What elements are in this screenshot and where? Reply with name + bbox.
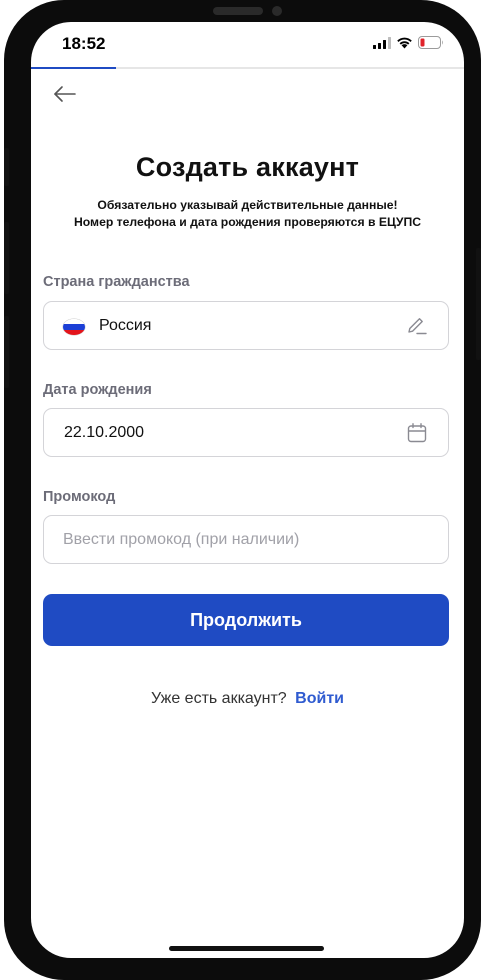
promo-label: Промокод xyxy=(43,489,116,505)
home-indicator[interactable] xyxy=(169,946,324,951)
back-button[interactable] xyxy=(51,80,79,108)
power-button xyxy=(476,248,481,360)
volume-up-button xyxy=(4,222,9,294)
status-time: 18:52 xyxy=(62,34,106,53)
subtitle-line-2: Номер телефона и дата рождения проверяют… xyxy=(73,215,422,229)
page-subtitle: Обязательно указывай действительные данн… xyxy=(31,197,464,231)
wifi-icon xyxy=(396,36,413,54)
have-account-text: Уже есть аккаунт? xyxy=(150,690,287,707)
volume-down-button xyxy=(4,316,9,388)
promo-placeholder: Ввести промокод (при наличии) xyxy=(63,531,300,548)
mute-switch xyxy=(4,148,9,186)
country-field[interactable]: Россия xyxy=(43,301,449,350)
promo-field[interactable]: Ввести промокод (при наличии) xyxy=(43,515,449,564)
cellular-signal-icon xyxy=(373,36,391,54)
login-prompt: Уже есть аккаунт? Войти xyxy=(31,690,464,708)
pencil-edit-icon[interactable] xyxy=(406,315,428,337)
battery-low-icon xyxy=(418,36,444,54)
phone-frame: 18:52 Создать аккаунт Обязательно указыв… xyxy=(4,0,481,980)
continue-button[interactable]: Продолжить xyxy=(43,594,449,646)
front-camera xyxy=(272,6,282,16)
calendar-icon[interactable] xyxy=(406,422,428,444)
progress-active-segment xyxy=(31,67,116,69)
country-value: Россия xyxy=(99,317,152,334)
birthdate-value: 22.10.2000 xyxy=(64,424,145,441)
birthdate-label: Дата рождения xyxy=(43,382,152,398)
app-screen: 18:52 Создать аккаунт Обязательно указыв… xyxy=(31,22,464,958)
page-title: Создать аккаунт xyxy=(135,152,360,182)
russia-flag-icon xyxy=(63,319,85,335)
status-icons xyxy=(373,36,444,54)
subtitle-line-1: Обязательно указывай действительные данн… xyxy=(97,198,398,212)
birthdate-field[interactable]: 22.10.2000 xyxy=(43,408,449,457)
speaker-grille xyxy=(213,7,263,15)
country-label: Страна гражданства xyxy=(43,274,190,290)
login-link[interactable]: Войти xyxy=(295,690,344,707)
status-bar: 18:52 xyxy=(31,22,464,66)
arrow-left-icon xyxy=(54,86,76,102)
